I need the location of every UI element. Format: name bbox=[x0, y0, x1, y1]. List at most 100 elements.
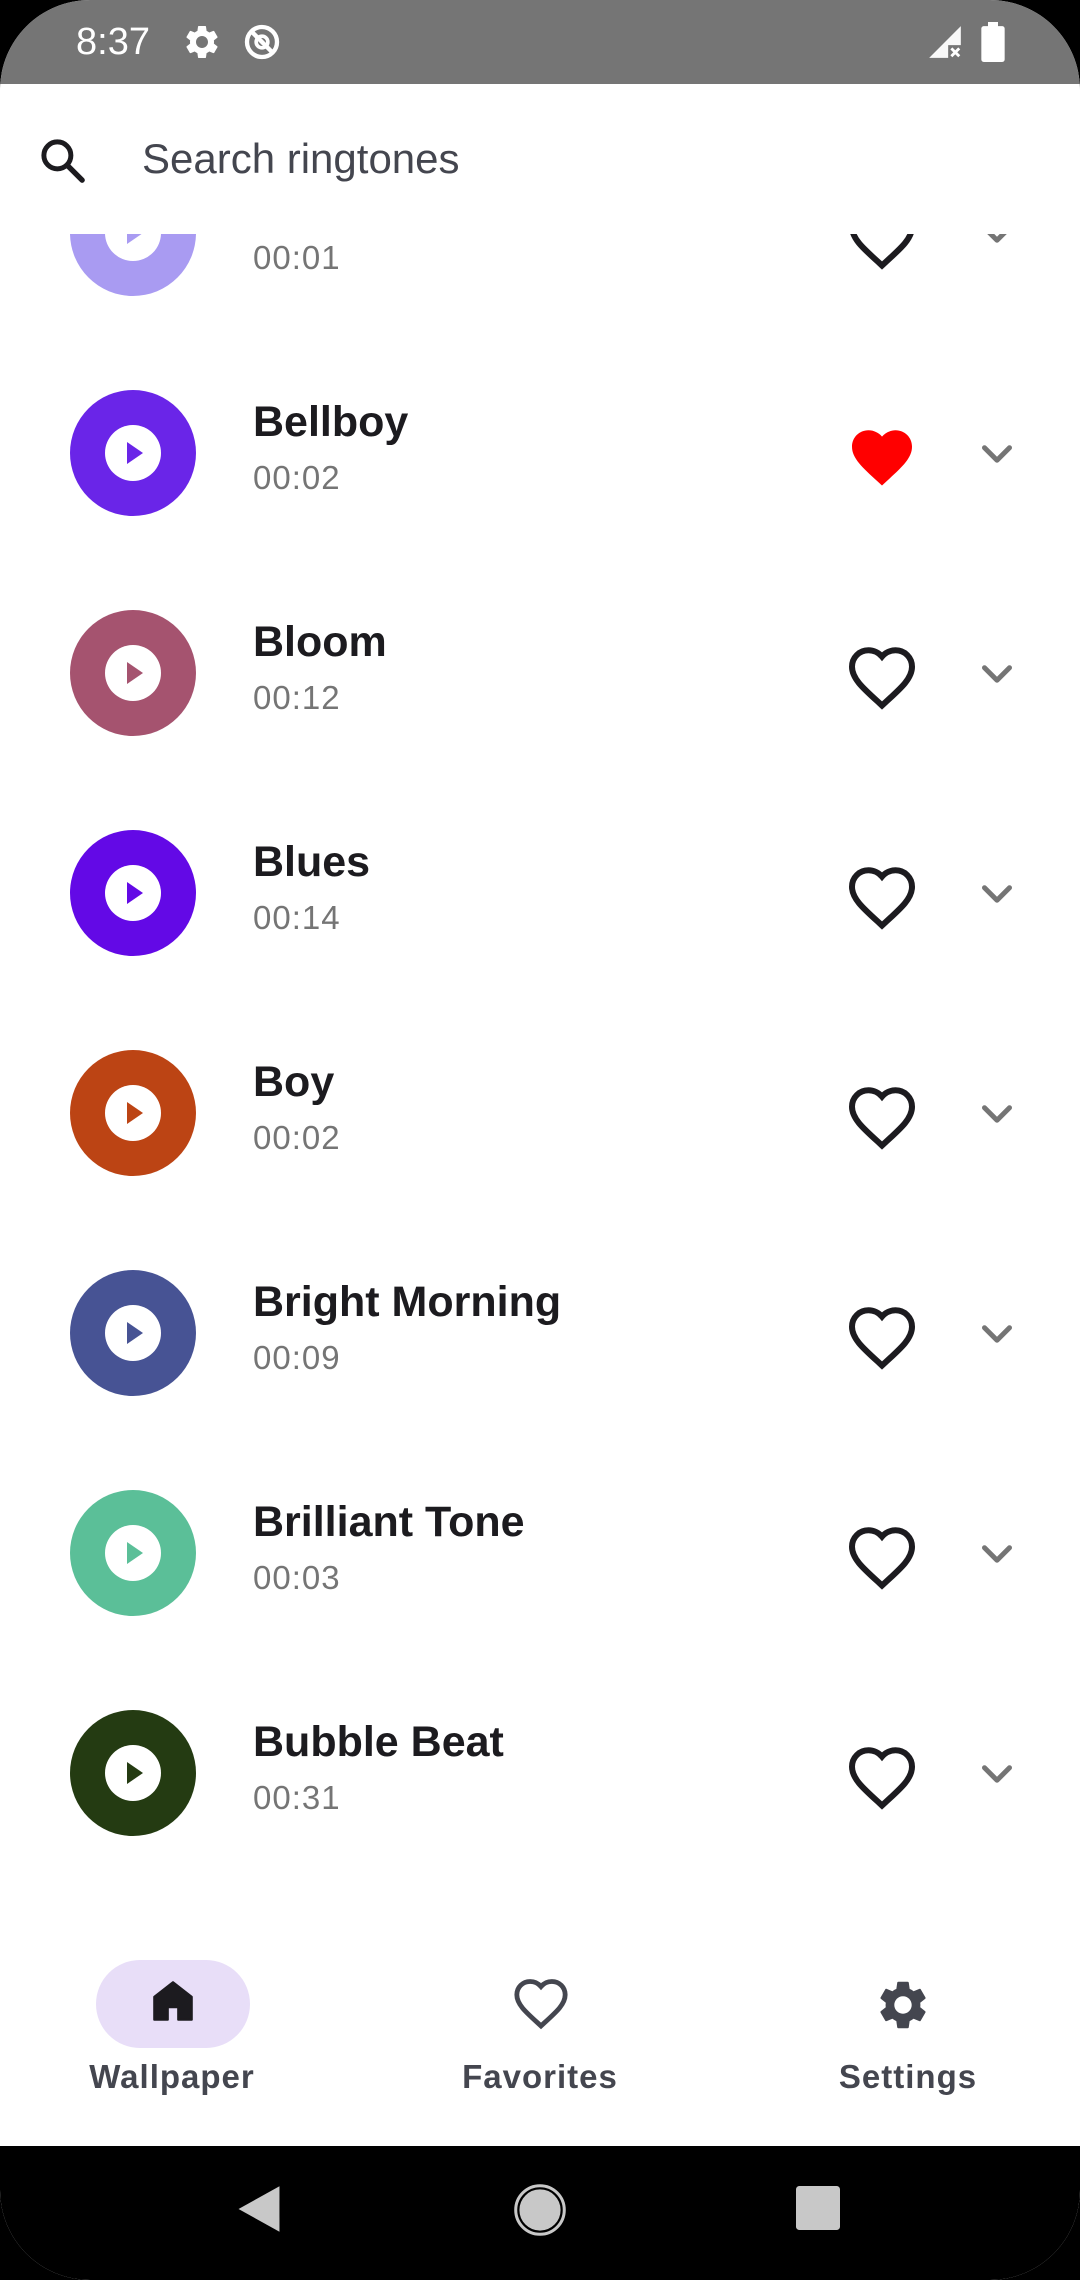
ringtone-title: Brilliant Tone bbox=[253, 1498, 525, 1546]
home-icon bbox=[153, 1981, 193, 2021]
expand-button[interactable] bbox=[972, 654, 1022, 694]
nav-label-favorites: Favorites bbox=[462, 2058, 618, 2095]
status-time: 8:37 bbox=[76, 21, 150, 63]
nav-label-settings: Settings bbox=[838, 2058, 978, 2095]
play-disc-center bbox=[105, 1305, 161, 1361]
chevron-down-icon bbox=[982, 1545, 1012, 1563]
ringtone-duration: 00:31 bbox=[253, 1779, 341, 1816]
play-icon bbox=[127, 1542, 143, 1564]
play-icon bbox=[127, 1102, 143, 1124]
ringtone-row[interactable]: Bubble Beat 00:31 bbox=[0, 1664, 1080, 1884]
ringtone-row[interactable]: Bright Morning 00:09 bbox=[0, 1224, 1080, 1444]
home-button[interactable] bbox=[514, 2184, 566, 2236]
play-disc-center bbox=[105, 865, 161, 921]
favorite-button[interactable] bbox=[846, 864, 918, 930]
ringtone-row[interactable]: 00:01 bbox=[0, 234, 1080, 344]
ringtone-duration: 00:09 bbox=[253, 1339, 341, 1376]
ringtone-duration: 00:14 bbox=[253, 899, 341, 936]
play-button[interactable] bbox=[70, 610, 196, 736]
favorite-button[interactable] bbox=[846, 644, 918, 710]
chevron-down-icon bbox=[982, 665, 1012, 683]
play-disc-center bbox=[105, 1525, 161, 1581]
ringtone-row[interactable]: Boy 00:02 bbox=[0, 1004, 1080, 1224]
heart-outline-icon bbox=[848, 1747, 916, 1810]
nav-item-wallpaper[interactable]: Wallpaper bbox=[0, 1894, 360, 2146]
chevron-down-icon bbox=[982, 1325, 1012, 1343]
favorite-button[interactable] bbox=[846, 234, 918, 270]
nav-label-wallpaper: Wallpaper bbox=[89, 2058, 255, 2095]
search-icon[interactable] bbox=[36, 134, 90, 188]
search-bar bbox=[0, 84, 1080, 234]
heart-outline-icon bbox=[848, 1307, 916, 1370]
expand-button[interactable] bbox=[972, 874, 1022, 914]
expand-button[interactable] bbox=[972, 1314, 1022, 1354]
heart-filled-icon bbox=[852, 430, 912, 486]
play-icon bbox=[127, 442, 143, 464]
ringtone-title: Boy bbox=[253, 1058, 335, 1106]
battery-icon bbox=[981, 22, 1005, 62]
ringtone-row[interactable]: Bloom 00:12 bbox=[0, 564, 1080, 784]
play-icon bbox=[127, 1322, 143, 1344]
ringtone-duration: 00:12 bbox=[253, 679, 341, 716]
chevron-down-icon bbox=[982, 885, 1012, 903]
ringtone-row[interactable]: Bellboy 00:02 bbox=[0, 344, 1080, 564]
play-button[interactable] bbox=[70, 830, 196, 956]
play-disc-center bbox=[105, 234, 161, 261]
status-bar: 8:37 bbox=[0, 0, 1080, 84]
favorite-button[interactable] bbox=[846, 1524, 918, 1590]
play-disc-center bbox=[105, 1085, 161, 1141]
ringtone-row[interactable]: Blues 00:14 bbox=[0, 784, 1080, 1004]
system-navigation-bar bbox=[0, 2146, 1080, 2280]
expand-button[interactable] bbox=[972, 234, 1022, 254]
play-button[interactable] bbox=[70, 1710, 196, 1836]
play-button[interactable] bbox=[70, 234, 196, 296]
play-icon bbox=[127, 1762, 143, 1784]
play-disc-center bbox=[105, 425, 161, 481]
heart-outline-icon bbox=[514, 1979, 568, 2030]
back-button[interactable] bbox=[236, 2184, 282, 2234]
data-saver-status-icon bbox=[244, 24, 280, 60]
ringtone-title: Bloom bbox=[253, 618, 387, 666]
nav-item-settings[interactable]: Settings bbox=[720, 1894, 1080, 2146]
play-icon bbox=[127, 882, 143, 904]
play-disc-center bbox=[105, 1745, 161, 1801]
play-disc-center bbox=[105, 645, 161, 701]
chevron-down-icon bbox=[982, 445, 1012, 463]
ringtone-list: 00:01 Bellboy 00:02 Bloom 00:12 Blues 00:14 Boy… bbox=[0, 234, 1080, 1894]
bottom-navigation: Wallpaper Favorites Settings bbox=[0, 1894, 1080, 2146]
ringtone-duration: 00:02 bbox=[253, 459, 341, 496]
heart-outline-icon bbox=[848, 1087, 916, 1150]
chevron-down-icon bbox=[982, 1765, 1012, 1783]
heart-outline-icon bbox=[848, 1527, 916, 1590]
chevron-down-icon bbox=[982, 1105, 1012, 1123]
signal-off-icon bbox=[929, 26, 961, 58]
ringtone-title: Bright Morning bbox=[253, 1278, 562, 1326]
heart-outline-icon bbox=[848, 647, 916, 710]
play-button[interactable] bbox=[70, 1270, 196, 1396]
ringtone-title: Blues bbox=[253, 838, 371, 886]
play-button[interactable] bbox=[70, 390, 196, 516]
expand-button[interactable] bbox=[972, 1754, 1022, 1794]
expand-button[interactable] bbox=[972, 1534, 1022, 1574]
ringtone-title: Bellboy bbox=[253, 398, 409, 446]
favorite-button[interactable] bbox=[846, 1304, 918, 1370]
nav-item-favorites[interactable]: Favorites bbox=[360, 1894, 720, 2146]
favorite-button[interactable] bbox=[846, 424, 918, 490]
settings-gear-status-icon bbox=[186, 25, 218, 58]
gear-icon bbox=[880, 1981, 926, 2029]
ringtone-title: Bubble Beat bbox=[253, 1718, 504, 1766]
expand-button[interactable] bbox=[972, 434, 1022, 474]
ringtone-row[interactable]: Brilliant Tone 00:03 bbox=[0, 1444, 1080, 1664]
play-icon bbox=[127, 662, 143, 684]
recents-button[interactable] bbox=[796, 2186, 840, 2230]
favorite-button[interactable] bbox=[846, 1744, 918, 1810]
app-screen: 8:37 00:01Bellboy00:02Bloom00:12Blues00:… bbox=[0, 0, 1080, 2280]
expand-button[interactable] bbox=[972, 1094, 1022, 1134]
heart-outline-icon bbox=[848, 867, 916, 930]
play-button[interactable] bbox=[70, 1490, 196, 1616]
play-button[interactable] bbox=[70, 1050, 196, 1176]
heart-outline-icon bbox=[850, 234, 914, 270]
chevron-down-icon bbox=[987, 234, 1007, 243]
favorite-button[interactable] bbox=[846, 1084, 918, 1150]
search-input[interactable] bbox=[142, 124, 1002, 194]
